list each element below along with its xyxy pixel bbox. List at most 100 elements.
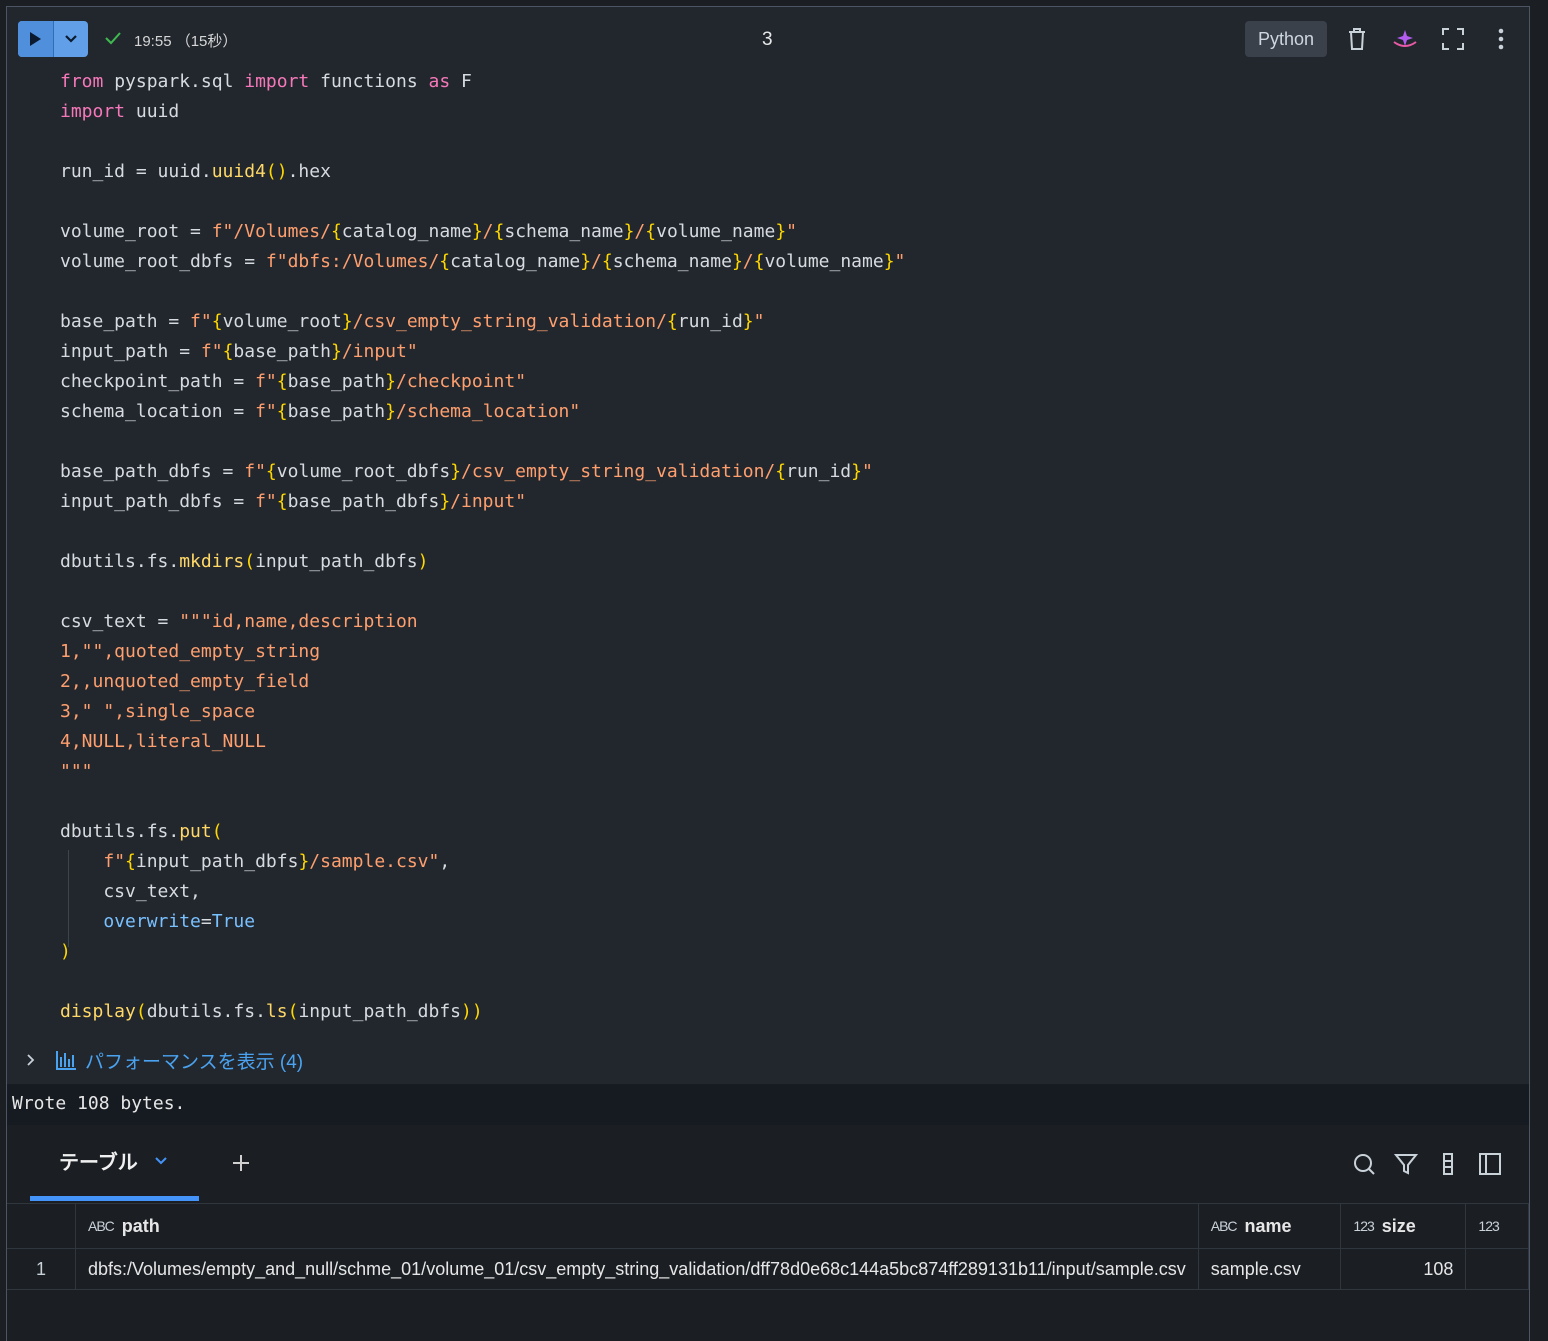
code-token: volume_name	[656, 221, 776, 242]
code-token: as	[428, 71, 451, 92]
code-token: =	[200, 911, 212, 932]
code-line[interactable]	[60, 187, 1500, 217]
code-line[interactable]: dbutils.fs.put(	[60, 817, 1500, 847]
fullscreen-icon	[1442, 28, 1464, 50]
more-options-button[interactable]	[1487, 25, 1515, 53]
table-row[interactable]: 1 dbfs:/Volumes/empty_and_null/schme_01/…	[7, 1248, 1529, 1290]
column-header-size[interactable]: 123 size	[1340, 1204, 1467, 1249]
code-line[interactable]: dbutils.fs.mkdirs(input_path_dbfs)	[60, 547, 1500, 577]
cell-name[interactable]: sample.csv	[1198, 1248, 1342, 1290]
code-token: {	[439, 251, 451, 272]
code-token: {	[211, 311, 223, 332]
code-token: }	[330, 341, 342, 362]
code-line[interactable]	[60, 517, 1500, 547]
side-panel-icon	[1479, 1153, 1501, 1175]
code-token: base_path_dbfs	[287, 491, 440, 512]
code-token: volume_name	[764, 251, 884, 272]
results-panel: テーブル ABC path ABC name 123 size 123 1 db…	[7, 1125, 1529, 1341]
code-line[interactable]: 3," ",single_space	[60, 697, 1500, 727]
language-badge[interactable]: Python	[1245, 21, 1327, 57]
code-token: /input"	[341, 341, 418, 362]
code-token: run_id	[786, 461, 852, 482]
add-visualization-icon[interactable]	[229, 1151, 253, 1175]
row-index-header	[7, 1204, 76, 1249]
code-line[interactable]: """	[60, 757, 1500, 787]
code-line[interactable]	[60, 127, 1500, 157]
code-token: (	[287, 1001, 299, 1022]
code-line[interactable]: volume_root_dbfs = f"dbfs:/Volumes/{cata…	[60, 247, 1500, 277]
code-line[interactable]	[60, 577, 1500, 607]
code-line[interactable]: input_path_dbfs = f"{base_path_dbfs}/inp…	[60, 487, 1500, 517]
code-line[interactable]: 1,"",quoted_empty_string	[60, 637, 1500, 667]
table-header-row: ABC path ABC name 123 size 123	[7, 1204, 1529, 1249]
code-token: overwrite	[103, 911, 201, 932]
code-line[interactable]	[60, 427, 1500, 457]
code-line[interactable]: f"{input_path_dbfs}/sample.csv",	[60, 847, 1500, 877]
code-token: f"dbfs:/Volumes/	[265, 251, 440, 272]
code-token: pyspark.sql	[103, 71, 245, 92]
column-header-modification-time[interactable]: 123	[1465, 1204, 1529, 1249]
run-cell-button[interactable]	[18, 21, 53, 57]
code-token: .hex	[287, 161, 331, 182]
code-token: "	[862, 461, 873, 482]
code-line[interactable]: run_id = uuid.uuid4().hex	[60, 157, 1500, 187]
side-panel-button[interactable]	[1477, 1151, 1503, 1177]
assistant-icon	[1393, 30, 1417, 47]
code-token: {	[493, 221, 505, 242]
code-line[interactable]: )	[60, 937, 1500, 967]
assistant-button[interactable]	[1391, 25, 1419, 53]
code-line[interactable]: base_path_dbfs = f"{volume_root_dbfs}/cs…	[60, 457, 1500, 487]
code-token: }	[298, 851, 310, 872]
code-line[interactable]: display(dbutils.fs.ls(input_path_dbfs))	[60, 997, 1500, 1027]
fullscreen-button[interactable]	[1439, 25, 1467, 53]
results-table: ABC path ABC name 123 size 123 1 dbfs:/V…	[7, 1204, 1529, 1290]
column-header-name[interactable]: ABC name	[1198, 1204, 1342, 1249]
code-token: /checkpoint"	[396, 371, 527, 392]
delete-cell-button[interactable]	[1343, 25, 1371, 53]
cell-size[interactable]: 108	[1340, 1248, 1467, 1290]
results-tabs: テーブル	[7, 1125, 1529, 1204]
chevron-right-icon	[27, 1054, 35, 1066]
code-token: import	[244, 71, 310, 92]
check-icon	[105, 32, 121, 45]
code-token: }	[385, 401, 396, 422]
code-line[interactable]: overwrite=True	[60, 907, 1500, 937]
code-token: input_path_dbfs	[255, 551, 418, 572]
code-token: volume_root_dbfs =	[60, 251, 266, 272]
code-line[interactable]: base_path = f"{volume_root}/csv_empty_st…	[60, 307, 1500, 337]
code-token: functions	[309, 71, 429, 92]
code-token: /csv_empty_string_validation/	[461, 461, 776, 482]
code-token: f"	[255, 401, 277, 422]
search-button[interactable]	[1351, 1151, 1377, 1177]
code-line[interactable]: schema_location = f"{base_path}/schema_l…	[60, 397, 1500, 427]
code-line[interactable]: 4,NULL,literal_NULL	[60, 727, 1500, 757]
filter-button[interactable]	[1393, 1151, 1419, 1177]
code-line[interactable]	[60, 967, 1500, 997]
cell-path[interactable]: dbfs:/Volumes/empty_and_null/schme_01/vo…	[75, 1248, 1199, 1290]
code-line[interactable]	[60, 277, 1500, 307]
code-line[interactable]: csv_text = """id,name,description	[60, 607, 1500, 637]
tab-table[interactable]: テーブル	[30, 1125, 199, 1201]
column-header-path[interactable]: ABC path	[75, 1204, 1199, 1249]
code-editor[interactable]: from pyspark.sql import functions as Fim…	[60, 67, 1500, 1027]
columns-button[interactable]	[1435, 1151, 1461, 1177]
code-token: )	[60, 941, 71, 962]
cell-modification-time[interactable]	[1465, 1248, 1529, 1290]
code-token: }	[742, 311, 754, 332]
performance-toggle[interactable]: パフォーマンスを表示 (4)	[23, 1045, 303, 1075]
filter-icon	[1394, 1154, 1418, 1175]
code-token: }	[471, 221, 483, 242]
code-line[interactable]: checkpoint_path = f"{base_path}/checkpoi…	[60, 367, 1500, 397]
code-token: /	[482, 221, 494, 242]
code-line[interactable]: volume_root = f"/Volumes/{catalog_name}/…	[60, 217, 1500, 247]
code-token: }	[580, 251, 592, 272]
code-line[interactable]: from pyspark.sql import functions as F	[60, 67, 1500, 97]
code-line[interactable]: 2,,unquoted_empty_field	[60, 667, 1500, 697]
run-options-dropdown[interactable]	[52, 21, 89, 57]
code-line[interactable]	[60, 787, 1500, 817]
code-line[interactable]: csv_text,	[60, 877, 1500, 907]
code-token: f"	[103, 851, 126, 872]
code-token: }	[450, 461, 461, 482]
code-line[interactable]: import uuid	[60, 97, 1500, 127]
code-line[interactable]: input_path = f"{base_path}/input"	[60, 337, 1500, 367]
